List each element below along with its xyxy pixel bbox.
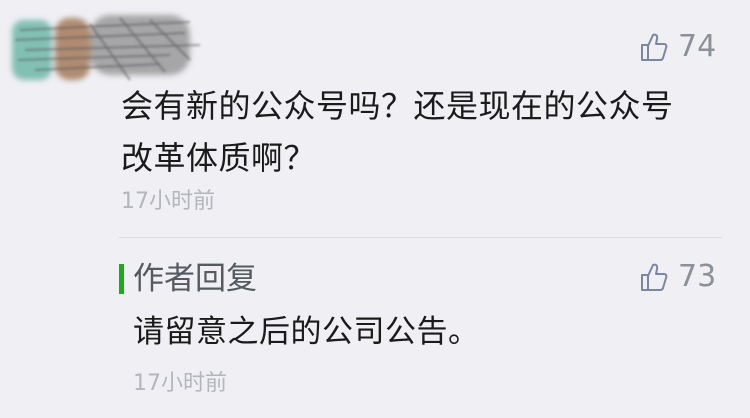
reply-like-button[interactable]: 73 <box>640 262 716 292</box>
reply-body: 请留意之后的公司公告。 <box>133 314 480 350</box>
author-reply-label: 作者回复 <box>133 261 257 297</box>
comment-like-button[interactable]: 74 <box>640 32 716 62</box>
comment-body: 会有新的公众号吗？还是现在的公众号 改革体质啊？ <box>121 80 721 184</box>
reply-like-count: 73 <box>678 259 717 294</box>
thumbs-up-icon <box>640 32 668 62</box>
comment-text-line: 会有新的公众号吗？还是现在的公众号 <box>121 87 674 125</box>
reply-accent-bar <box>119 264 124 294</box>
thumbs-up-icon <box>640 262 668 292</box>
divider <box>119 237 722 238</box>
comment-like-count: 74 <box>678 29 717 64</box>
comment-text-line: 改革体质啊？ <box>121 139 317 177</box>
reply-timestamp: 17小时前 <box>133 371 227 396</box>
comment-timestamp: 17小时前 <box>121 189 215 214</box>
